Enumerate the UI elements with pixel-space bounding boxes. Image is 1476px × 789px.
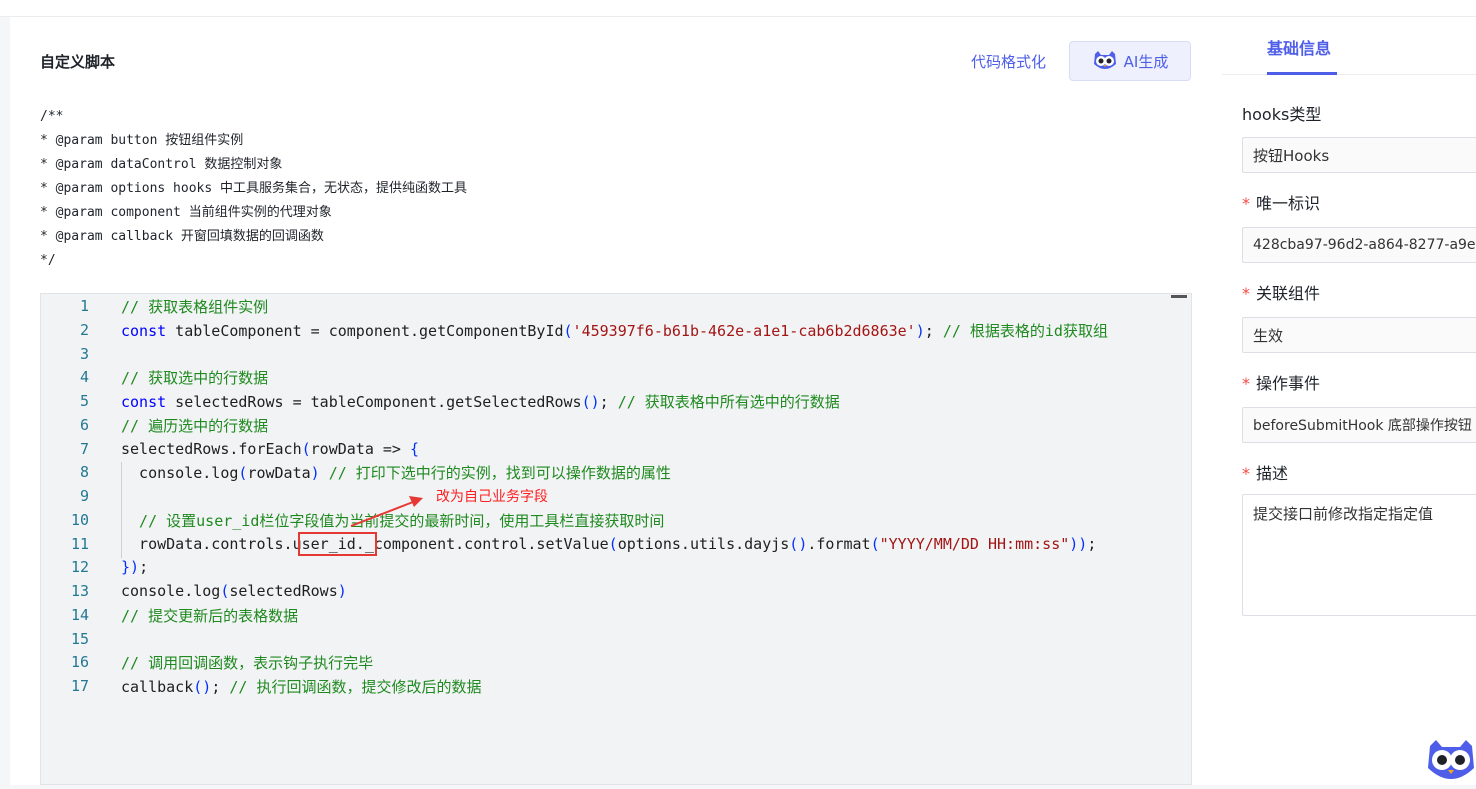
doc-line: * @param button 按钮组件实例 [40, 133, 244, 148]
desc-value: 提交接口前修改指定指定值 [1253, 505, 1434, 523]
component-field[interactable]: 生效 [1242, 317, 1476, 353]
doc-comment: /** * @param button 按钮组件实例 * @param data… [40, 105, 467, 273]
ai-generate-label: AI生成 [1123, 52, 1169, 71]
doc-line: * @param options hooks 中工具服务集合，无状态，提供纯函数… [40, 181, 468, 196]
desc-textarea[interactable]: 提交接口前修改指定指定值 [1242, 494, 1476, 616]
required-mark: * [1242, 284, 1250, 303]
event-field[interactable]: beforeSubmitHook 底部操作按钮 [1242, 407, 1476, 443]
required-mark: * [1242, 194, 1250, 213]
desc-label: * 描述 [1242, 460, 1288, 484]
doc-line: /** [40, 109, 64, 124]
event-label-text: 操作事件 [1256, 374, 1321, 393]
hooks-type-value: 按钮Hooks [1253, 146, 1330, 165]
script-panel: 自定义脚本 代码格式化 AI生成 /** * @param button 按钮组… [10, 17, 1222, 785]
tab-active-indicator [1267, 72, 1337, 75]
ai-generate-button[interactable]: AI生成 [1069, 41, 1191, 81]
script-title: 自定义脚本 [40, 53, 116, 71]
doc-line: * @param dataControl 数据控制对象 [40, 157, 283, 172]
format-code-button[interactable]: 代码格式化 [971, 51, 1046, 72]
top-bar [0, 0, 1476, 17]
properties-panel: 基础信息 hooks类型 按钮Hooks * 唯一标识 428cba97-96d2… [1222, 17, 1476, 785]
hooks-type-label: hooks类型 [1242, 105, 1322, 124]
code-editor[interactable]: 1 // 获取表格组件实例 2 const tableComponent = c… [40, 293, 1192, 785]
uid-label-text: 唯一标识 [1256, 194, 1321, 213]
owl-assistant-icon[interactable] [1426, 738, 1476, 785]
doc-line: * @param callback 开窗回填数据的回调函数 [40, 229, 324, 244]
left-gutter [0, 17, 10, 785]
uid-field[interactable]: 428cba97-96d2-a864-8277-a9e [1242, 227, 1476, 263]
tab-divider [1222, 74, 1476, 75]
annotation-arrow [350, 496, 423, 527]
desc-label-text: 描述 [1256, 464, 1289, 483]
doc-line: * @param component 当前组件实例的代理对象 [40, 205, 332, 220]
component-label-text: 关联组件 [1256, 284, 1321, 303]
doc-line: */ [40, 253, 56, 268]
event-label: * 操作事件 [1242, 370, 1320, 394]
event-value: beforeSubmitHook 底部操作按钮 [1253, 418, 1472, 434]
tab-basic-info[interactable]: 基础信息 [1267, 35, 1331, 59]
required-mark: * [1242, 374, 1250, 393]
component-value: 生效 [1253, 326, 1284, 345]
owl-icon [1092, 50, 1118, 72]
uid-value: 428cba97-96d2-a864-8277-a9e [1253, 237, 1476, 253]
uid-label: * 唯一标识 [1242, 190, 1320, 214]
hooks-type-field[interactable]: 按钮Hooks [1242, 137, 1476, 173]
component-label: * 关联组件 [1242, 280, 1320, 304]
required-mark: * [1242, 464, 1250, 483]
